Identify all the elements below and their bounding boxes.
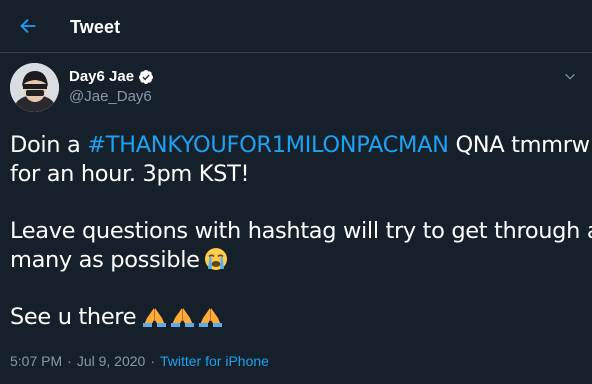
author-name-row[interactable]: Day6 Jae	[69, 68, 154, 86]
page-title: Tweet	[70, 17, 121, 37]
tweet-text-line-5: See u there	[10, 303, 585, 332]
tweet-text-line-4: many as possible	[10, 246, 585, 275]
folded-hands-emoji	[142, 306, 224, 336]
tweet-text: Doin a #THANKYOUFOR1MILONPACMAN QNA tmmr…	[10, 131, 592, 332]
meta-separator: ·	[67, 353, 72, 369]
meta-separator: ·	[150, 353, 155, 369]
text-segment: QNA tmmrw	[448, 132, 590, 158]
tweet-text-line-2: for an hour. 3pm KST!	[10, 161, 250, 187]
tweet-meta: 5:07 PM · Jul 9, 2020 · Twitter for iPho…	[10, 352, 269, 370]
tweet-source-link[interactable]: Twitter for iPhone	[160, 352, 269, 370]
hashtag-link[interactable]: #THANKYOUFOR1MILONPACMAN	[87, 132, 449, 158]
tweet: Day6 Jae @Jae_Day6 Doin a #THANKYOUFOR1M…	[0, 53, 592, 384]
more-options-button[interactable]	[560, 67, 580, 87]
avatar[interactable]	[10, 63, 59, 112]
author-handle[interactable]: @Jae_Day6	[69, 88, 152, 106]
tweet-date[interactable]: Jul 9, 2020	[77, 352, 146, 370]
text-segment: Doin a	[10, 132, 88, 158]
avatar-image	[10, 63, 59, 112]
text-segment: See u there	[10, 304, 137, 330]
tweet-time[interactable]: 5:07 PM	[10, 352, 62, 370]
arrow-left-icon	[20, 18, 36, 34]
verified-badge-icon	[139, 70, 154, 84]
text-segment: many as possible	[10, 247, 200, 273]
chevron-down-icon	[565, 73, 575, 80]
back-button[interactable]	[12, 10, 44, 42]
page-header: Tweet	[0, 0, 592, 53]
tweet-text-line-3: Leave questions with hashtag will try to…	[10, 218, 592, 244]
crying-face-emoji	[203, 247, 229, 279]
tweet-text-line-1: Doin a #THANKYOUFOR1MILONPACMAN QNA tmmr…	[10, 131, 590, 160]
author-display-name[interactable]: Day6 Jae	[69, 68, 134, 86]
